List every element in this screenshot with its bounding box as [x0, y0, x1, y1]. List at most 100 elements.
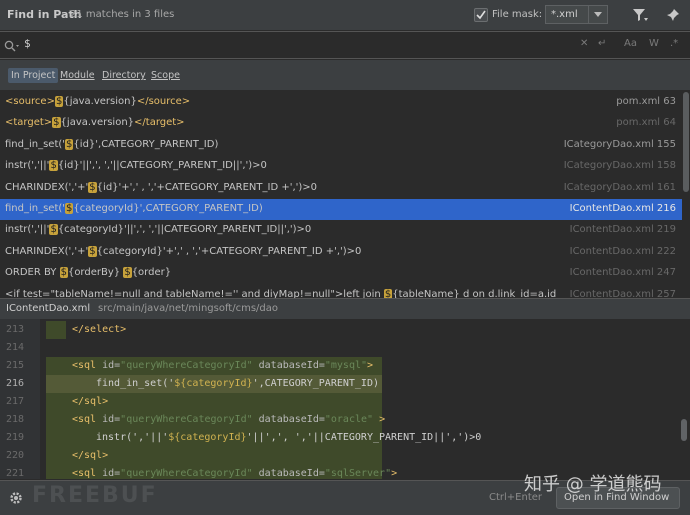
preview-file-name: IContentDao.xml — [6, 303, 91, 314]
code-token: id= — [102, 360, 121, 371]
line-number: 218 — [6, 414, 25, 425]
find-in-path-header: Find in Path 21 matches in 3 files File … — [0, 0, 690, 30]
result-fragment: {categoryId}',CATEGORY_PARENT_ID) — [73, 203, 263, 214]
result-fragment: <if test="tableName!=null and tableName!… — [5, 288, 384, 298]
code-line: </sql> — [72, 396, 108, 407]
code-line: <sql id="queryWhereCategoryId" databaseI… — [72, 468, 397, 479]
line-number: 216 — [6, 378, 25, 389]
code-line: instr(','||'${categoryId}'||',', ','||CA… — [96, 432, 481, 443]
code-line: </sql> — [72, 450, 108, 461]
results-scrollbar[interactable] — [683, 92, 689, 192]
result-text: find_in_set('${categoryId}',CATEGORY_PAR… — [5, 203, 263, 214]
result-location: pom.xml 64 — [616, 117, 676, 129]
result-location: ICategoryDao.xml 155 — [563, 138, 676, 150]
code-match: ${categoryId} — [168, 432, 247, 443]
clear-icon[interactable]: ✕ — [580, 38, 588, 49]
result-text: find_in_set('${id}',CATEGORY_PARENT_ID) — [5, 138, 218, 150]
result-row[interactable]: find_in_set('${id}',CATEGORY_PARENT_ID) I… — [0, 135, 682, 156]
result-fragment: CHARINDEX(','+' — [5, 245, 89, 257]
code-token: <sql — [72, 414, 103, 425]
result-text: instr(','||'${categoryId}'||',', ','||CA… — [5, 224, 312, 236]
tab-module[interactable]: Module — [60, 70, 95, 81]
preview-path-bar: IContentDao.xml src/main/java/net/mingso… — [0, 298, 690, 319]
result-fragment: ORDER BY — [5, 267, 60, 279]
match-highlight: $ — [88, 245, 97, 257]
result-row[interactable]: instr(','||'${id}'||',', ','||CATEGORY_P… — [0, 156, 682, 177]
result-location: ICategoryDao.xml 161 — [563, 181, 676, 193]
result-fragment: </source> — [136, 96, 191, 107]
gear-icon[interactable] — [9, 490, 23, 509]
code-token: databaseId= — [252, 414, 325, 425]
line-number: 213 — [6, 324, 25, 335]
code-token: id= — [102, 468, 121, 479]
code-line: </select> — [72, 324, 126, 335]
result-location: ICategoryDao.xml 158 — [563, 160, 676, 172]
result-fragment: {categoryId}'+',' , ','+CATEGORY_PARENT_… — [96, 245, 362, 257]
code-line: find_in_set('${categoryId}',CATEGORY_PAR… — [96, 378, 379, 389]
code-line: <sql id="queryWhereCategoryId" databaseI… — [72, 414, 385, 425]
result-location: IContentDao.xml 257 — [569, 288, 676, 298]
result-row[interactable]: CHARINDEX(','+'${id}'+',' , ','+CATEGORY… — [0, 178, 682, 199]
tab-scope[interactable]: Scope — [151, 70, 180, 81]
file-mask-label: File mask: — [492, 9, 543, 20]
code-token: <sql — [72, 468, 103, 479]
filter-icon[interactable] — [632, 7, 648, 26]
match-highlight: $ — [49, 224, 58, 236]
result-row[interactable]: instr(','||'${categoryId}'||',', ','||CA… — [0, 220, 682, 241]
result-fragment: CHARINDEX(','+' — [5, 181, 89, 193]
code-line: <sql id="queryWhereCategoryId" databaseI… — [72, 360, 373, 371]
search-icon — [4, 38, 20, 57]
result-text: CHARINDEX(','+'${categoryId}'+',' , ','+… — [5, 245, 362, 257]
result-row[interactable]: find_in_set('${categoryId}',CATEGORY_PAR… — [0, 199, 682, 220]
preview-scrollbar[interactable] — [681, 419, 687, 441]
file-mask-value: *.xml — [551, 9, 578, 20]
result-fragment: {tableName} d on d.link_id=a.id — [392, 288, 557, 298]
result-row[interactable]: CHARINDEX(','+'${categoryId}'+',' , ','+… — [0, 242, 682, 263]
match-count: 21 matches in 3 files — [70, 9, 175, 20]
words-icon[interactable]: W — [649, 38, 659, 49]
result-fragment: {id}'+',' , ','+CATEGORY_PARENT_ID +',')… — [96, 181, 318, 193]
code-token: > — [373, 414, 386, 425]
result-row[interactable]: ORDER BY ${orderBy} ${order} IContentDao.… — [0, 263, 682, 284]
result-fragment: {java.version} — [60, 117, 135, 129]
regex-icon[interactable]: .* — [670, 38, 678, 49]
result-row[interactable]: <source>${java.version}</source> pom.xml … — [0, 92, 682, 113]
new-line-icon[interactable]: ↵ — [598, 38, 606, 49]
code-token: "queryWhereCategoryId" — [120, 414, 253, 425]
result-row[interactable]: <target>${java.version}</target> pom.xml … — [0, 113, 682, 134]
line-number: 220 — [6, 450, 25, 461]
result-text: <target>${java.version}</target> — [5, 117, 185, 129]
result-fragment: find_in_set(' — [5, 138, 66, 150]
code-token: </sql> — [72, 450, 109, 461]
file-mask-dropdown[interactable] — [588, 6, 607, 23]
code-token: > — [391, 468, 398, 479]
preview-file-dir: src/main/java/net/mingsoft/cms/dao — [98, 303, 279, 314]
file-mask-field[interactable]: *.xml — [545, 5, 608, 24]
pin-icon[interactable] — [666, 7, 680, 26]
watermark-freebuf: FREEBUF — [32, 483, 158, 508]
match-case-icon[interactable]: Aa — [624, 38, 637, 49]
code-token: '||',', ','||CATEGORY_PARENT_ID||',')>0 — [246, 432, 482, 443]
line-number: 219 — [6, 432, 25, 443]
match-highlight: $ — [88, 181, 97, 193]
match-highlight: $ — [123, 267, 132, 279]
match-highlight: $ — [52, 117, 61, 129]
tab-in-project[interactable]: In Project — [8, 68, 59, 83]
result-text: instr(','||'${id}'||',', ','||CATEGORY_P… — [5, 160, 267, 172]
watermark-zhihu: 知乎 @ 学道熊码 — [524, 474, 662, 495]
result-fragment: {categoryId}'||',', ','||CATEGORY_PARENT… — [57, 224, 312, 236]
search-input[interactable]: $ — [24, 37, 31, 50]
line-number: 214 — [6, 342, 25, 353]
result-location: pom.xml 63 — [616, 96, 676, 107]
result-fragment: {orderBy} — [67, 267, 124, 279]
match-highlight: $ — [59, 267, 68, 279]
result-row[interactable]: <if test="tableName!=null and tableName!… — [0, 285, 682, 298]
result-text: <source>${java.version}</source> — [5, 96, 190, 107]
tab-directory[interactable]: Directory — [102, 70, 146, 81]
code-preview[interactable]: 213 </select> 214 215 <sql id="queryWhereCat… — [0, 319, 690, 479]
result-fragment: <source> — [5, 96, 55, 107]
result-location: IContentDao.xml 219 — [569, 224, 676, 236]
search-row: $ ✕ ↵ Aa W .* — [0, 31, 690, 59]
code-token: "oracle" — [324, 414, 374, 425]
file-mask-checkbox[interactable] — [474, 8, 488, 22]
